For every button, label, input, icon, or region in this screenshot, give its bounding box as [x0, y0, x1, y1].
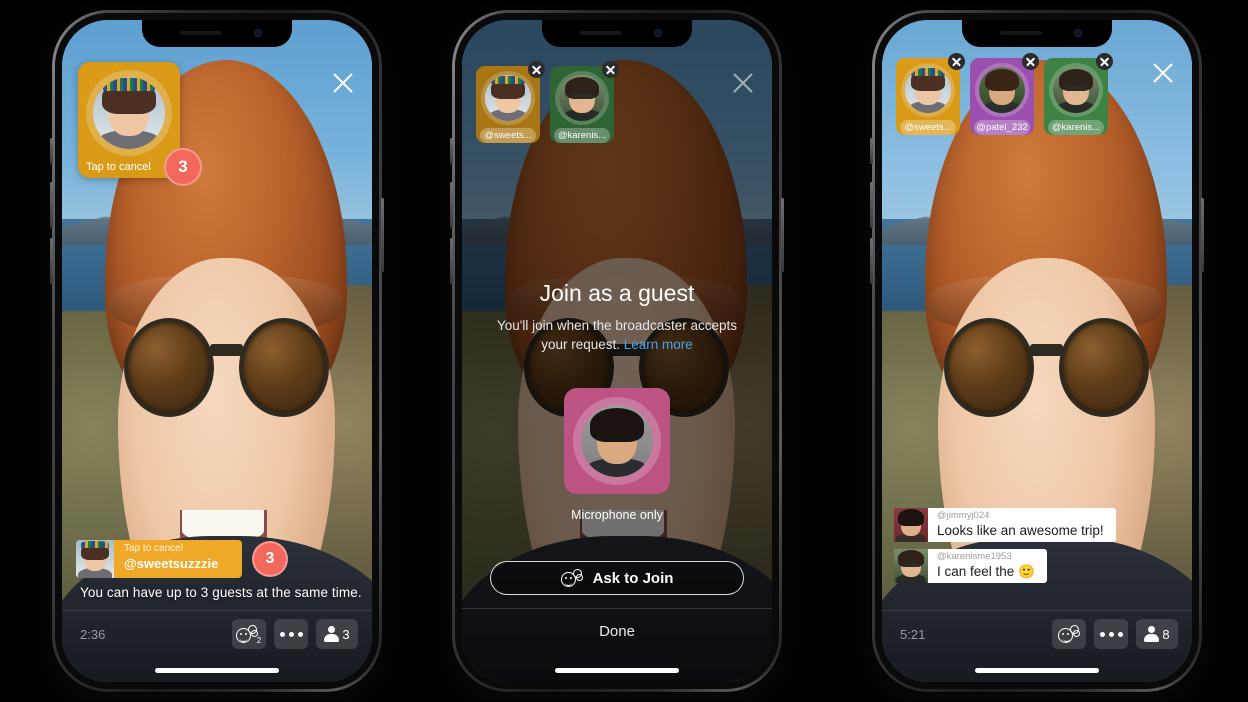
- pending-guest-card[interactable]: Tap to cancel 3: [78, 62, 202, 186]
- reactions-button[interactable]: [1052, 619, 1086, 649]
- person-icon: [1144, 626, 1160, 642]
- front-camera-icon: [1074, 29, 1082, 37]
- patel232-avatar: [979, 67, 1025, 113]
- power-button[interactable]: [1201, 198, 1204, 272]
- mute-switch[interactable]: [50, 138, 53, 164]
- volume-up-button[interactable]: [50, 182, 53, 228]
- jimmyj024-avatar: [581, 405, 653, 477]
- chat-list: @jimmyj024 Looks like an awesome trip! @…: [894, 508, 1116, 590]
- phone-3: @sweets... @patel_232 @karenis... @jimmy…: [870, 10, 1204, 692]
- more-options-button[interactable]: [274, 619, 308, 649]
- sweetsuzzzie-avatar: [93, 77, 165, 149]
- guest-tile-name: @karenis...: [1048, 120, 1104, 135]
- request-count-badge: 3: [252, 541, 288, 577]
- learn-more-link[interactable]: Learn more: [624, 337, 693, 352]
- phone-1-notch: [142, 20, 292, 47]
- chat-username: @karenisme1953: [937, 551, 1012, 562]
- guest-limit-hint: You can have up to 3 guests at the same …: [80, 585, 362, 600]
- microphone-only-label: Microphone only: [571, 508, 663, 522]
- done-button[interactable]: Done: [599, 623, 635, 640]
- power-button[interactable]: [381, 198, 384, 272]
- sweetsuzzzie-avatar: [905, 67, 951, 113]
- chat-message: @karenisme1953 I can feel the 🙂: [894, 549, 1116, 583]
- mute-switch[interactable]: [870, 138, 873, 164]
- request-avatar-thumb: [76, 540, 114, 578]
- viewers-button[interactable]: 3: [316, 619, 358, 649]
- join-as-guest-modal: Join as a guest You'll join when the bro…: [462, 20, 772, 682]
- chat-text: I can feel the 🙂: [937, 564, 1035, 579]
- more-options-button[interactable]: [1094, 619, 1128, 649]
- guest-tile-name: @patel_232: [974, 120, 1030, 135]
- request-pill-action: Tap to cancel: [124, 543, 183, 554]
- earpiece-speaker: [180, 31, 222, 35]
- chat-text: Looks like an awesome trip!: [937, 523, 1104, 538]
- chat-message: @jimmyj024 Looks like an awesome trip!: [894, 508, 1116, 542]
- reactions-button[interactable]: 2: [232, 619, 266, 649]
- phone-3-overlay: @sweets... @patel_232 @karenis... @jimmy…: [882, 20, 1192, 682]
- volume-up-button[interactable]: [450, 182, 453, 228]
- power-button[interactable]: [781, 198, 784, 272]
- person-icon: [324, 626, 340, 642]
- modal-subtitle-text: You'll join when the broadcaster accepts…: [497, 318, 737, 352]
- guest-avatar-ring: [86, 70, 172, 156]
- front-camera-icon: [654, 29, 662, 37]
- home-indicator[interactable]: [155, 668, 279, 673]
- viewer-count: 8: [1162, 626, 1170, 642]
- pending-count-badge: 3: [164, 148, 202, 186]
- front-camera-icon: [254, 29, 262, 37]
- guest-card-caption: Tap to cancel: [86, 161, 151, 173]
- volume-down-button[interactable]: [50, 238, 53, 284]
- home-indicator[interactable]: [555, 668, 679, 673]
- reactions-count: 2: [256, 635, 262, 645]
- guest-request-pill[interactable]: Tap to cancel @sweetsuzzzie 3: [76, 540, 288, 578]
- phone-2-screen: @sweets... @karenis... Join as a guest Y…: [462, 20, 772, 682]
- home-indicator[interactable]: [975, 668, 1099, 673]
- phone-1-tool-row: 2 3: [232, 619, 358, 649]
- more-dots-icon: [1099, 631, 1123, 637]
- phone-1: Tap to cancel 3 Tap to cancel @sweetsuzz…: [50, 10, 384, 692]
- volume-down-button[interactable]: [450, 238, 453, 284]
- viewer-count: 3: [342, 626, 350, 642]
- close-icon[interactable]: [730, 70, 756, 96]
- guest-tile-name: @sweets...: [900, 120, 956, 135]
- modal-title: Join as a guest: [539, 280, 695, 306]
- karenisme1953-avatar: [894, 549, 928, 583]
- close-icon[interactable]: [330, 70, 356, 96]
- phone-2-notch: [542, 20, 692, 47]
- viewers-button[interactable]: 8: [1136, 619, 1178, 649]
- earpiece-speaker: [1000, 31, 1042, 35]
- microphone-only-tile[interactable]: [564, 388, 670, 494]
- chat-username: @jimmyj024: [937, 510, 990, 521]
- mute-switch[interactable]: [450, 138, 453, 164]
- modal-subtitle: You'll join when the broadcaster accepts…: [490, 316, 744, 354]
- screenshot-stage: Tap to cancel 3 Tap to cancel @sweetsuzz…: [0, 0, 1248, 702]
- phone-1-overlay: Tap to cancel 3 Tap to cancel @sweetsuzz…: [62, 20, 372, 682]
- more-dots-icon: [279, 631, 303, 637]
- phone-1-screen: Tap to cancel 3 Tap to cancel @sweetsuzz…: [62, 20, 372, 682]
- phone-3-notch: [962, 20, 1112, 47]
- phone-2: @sweets... @karenis... Join as a guest Y…: [450, 10, 784, 692]
- smiley-stack-icon: [1058, 625, 1080, 643]
- broadcast-timer: 2:36: [80, 627, 106, 642]
- phone-3-screen: @sweets... @patel_232 @karenis... @jimmy…: [882, 20, 1192, 682]
- karenisme1953-avatar: [1053, 67, 1099, 113]
- ask-to-join-label: Ask to Join: [592, 569, 674, 587]
- ask-to-join-button[interactable]: Ask to Join: [490, 561, 744, 595]
- guest-tile[interactable]: @patel_232: [970, 53, 1039, 135]
- jimmyj024-avatar: [894, 508, 928, 542]
- smiley-stack-icon: [235, 625, 258, 643]
- earpiece-speaker: [580, 31, 622, 35]
- broadcast-timer: 5:21: [900, 627, 926, 642]
- phone-3-guest-strip: @sweets... @patel_232 @karenis...: [896, 53, 1113, 135]
- phone-3-tool-row: 8: [1052, 619, 1178, 649]
- close-icon[interactable]: [1150, 60, 1176, 86]
- guest-tile[interactable]: @sweets...: [896, 53, 965, 135]
- request-pill-username: @sweetsuzzzie: [124, 556, 219, 571]
- smiley-stack-icon: [560, 569, 583, 587]
- guest-tile[interactable]: @karenis...: [1044, 53, 1113, 135]
- volume-down-button[interactable]: [870, 238, 873, 284]
- volume-up-button[interactable]: [870, 182, 873, 228]
